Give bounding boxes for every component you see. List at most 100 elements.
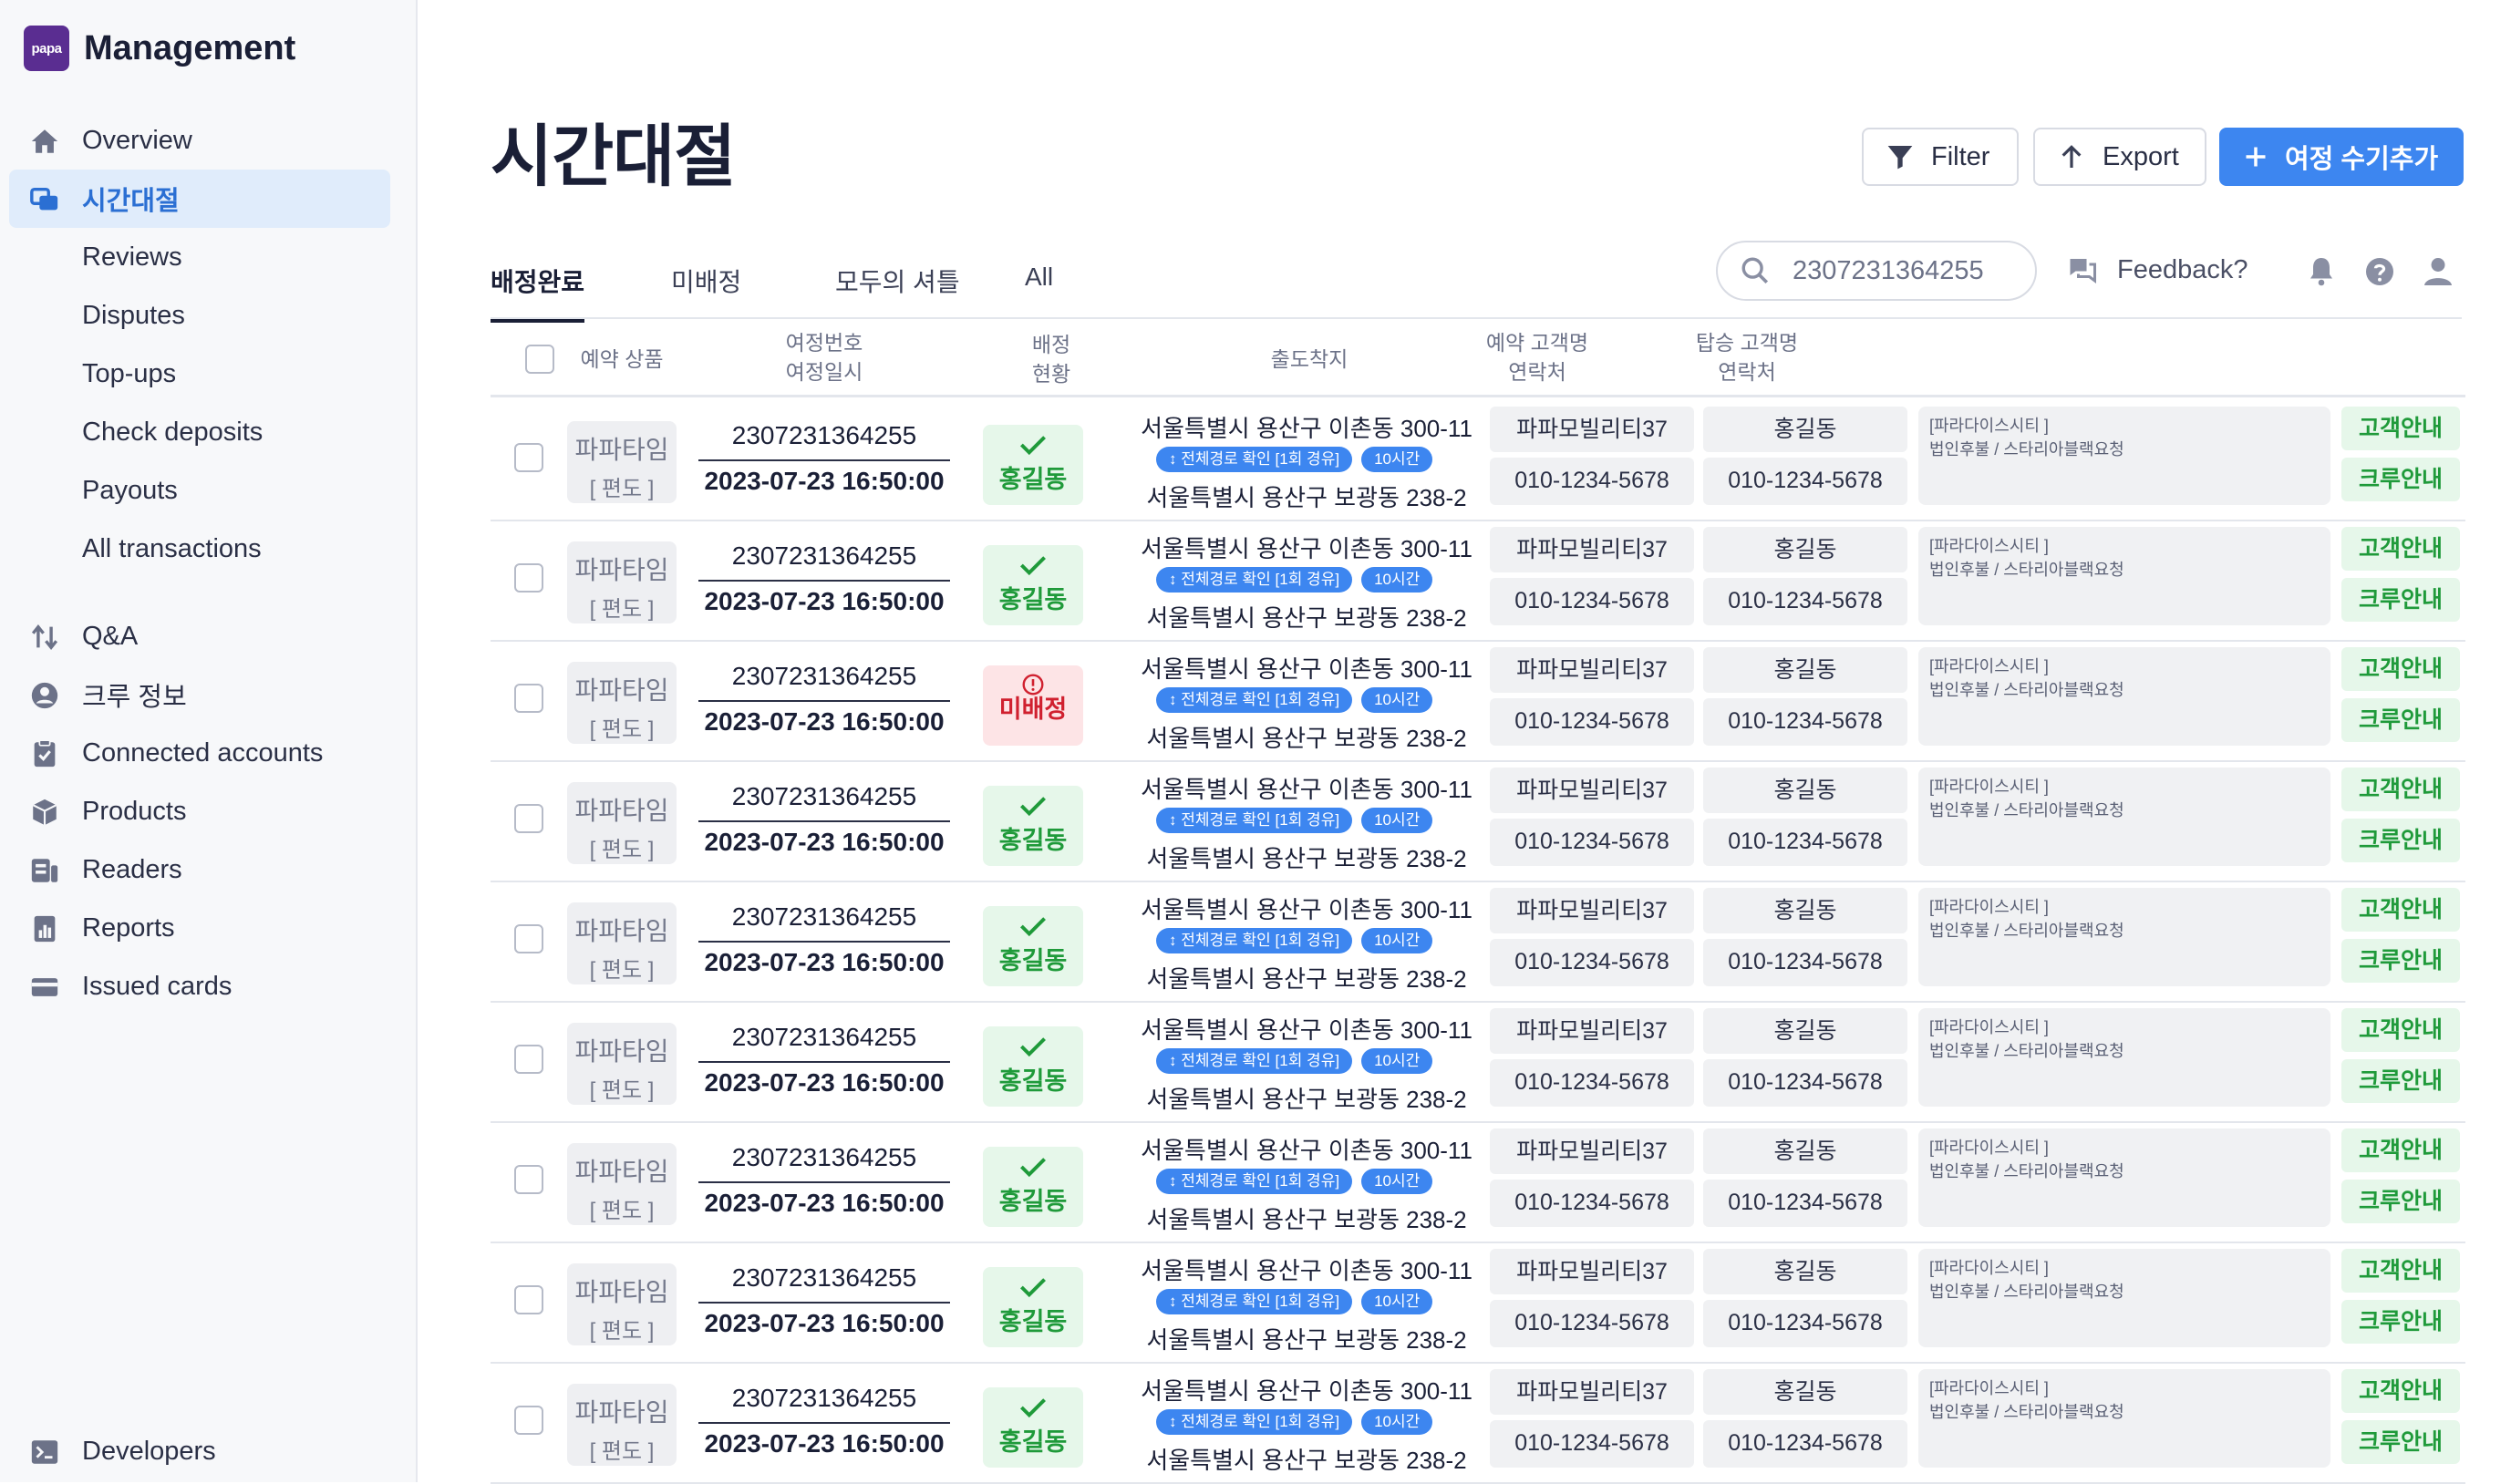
sidebar-item-reviews[interactable]: Reviews — [9, 228, 390, 286]
user-icon[interactable] — [2422, 255, 2454, 288]
sidebar-item-time-charter[interactable]: 시간대절 — [9, 170, 390, 228]
trip-number[interactable]: 2307231364255 — [698, 1143, 950, 1183]
crew-guide-button[interactable]: 크루안내 — [2341, 1420, 2460, 1464]
row-checkbox[interactable] — [514, 684, 543, 713]
search-input[interactable] — [1793, 255, 2030, 286]
tab-all[interactable]: All — [1025, 263, 1053, 312]
trip-number[interactable]: 2307231364255 — [698, 1384, 950, 1424]
crew-guide-button[interactable]: 크루안내 — [2341, 578, 2460, 622]
tab-shuttle[interactable]: 모두의 셔틀 — [835, 263, 960, 319]
row-checkbox[interactable] — [514, 563, 543, 593]
trip-note: [파라다이스시티 ] 법인후불 / 스타리아블랙요청 — [1918, 888, 2330, 986]
sidebar-item-payouts[interactable]: Payouts — [9, 461, 390, 520]
assign-status[interactable]: 홍길동 — [983, 1387, 1083, 1468]
sidebar-item-qna[interactable]: Q&A — [9, 607, 390, 665]
sidebar-item-check-deposits[interactable]: Check deposits — [9, 403, 390, 461]
customer-guide-button[interactable]: 고객안내 — [2341, 1369, 2460, 1413]
sidebar-item-label: Products — [82, 796, 187, 826]
table-row[interactable]: 파파타임 [ 편도 ] 2307231364255 2023-07-23 16:50:… — [491, 401, 2465, 521]
customer-guide-button[interactable]: 고객안내 — [2341, 527, 2460, 571]
row-checkbox[interactable] — [514, 1045, 543, 1074]
assign-status[interactable]: 홍길동 — [983, 1267, 1083, 1347]
crew-guide-button[interactable]: 크루안내 — [2341, 1180, 2460, 1223]
sidebar-item-issued-cards[interactable]: Issued cards — [9, 957, 390, 1015]
assign-status[interactable]: 홍길동 — [983, 786, 1083, 866]
select-all-checkbox[interactable] — [525, 345, 554, 374]
table-row[interactable]: 파파타임 [ 편도 ] 2307231364255 2023-07-23 16:50:… — [491, 882, 2465, 1003]
sidebar-item-top-ups[interactable]: Top-ups — [9, 345, 390, 403]
sidebar-item-readers[interactable]: Readers — [9, 840, 390, 899]
crew-guide-button[interactable]: 크루안내 — [2341, 458, 2460, 501]
feedback-link[interactable]: Feedback? — [2066, 253, 2248, 286]
customer-guide-button[interactable]: 고객안내 — [2341, 768, 2460, 811]
trip-number[interactable]: 2307231364255 — [698, 902, 950, 943]
sidebar-item-products[interactable]: Products — [9, 782, 390, 840]
row-checkbox[interactable] — [514, 443, 543, 472]
trip-number[interactable]: 2307231364255 — [698, 421, 950, 461]
customer-guide-button[interactable]: 고객안내 — [2341, 1249, 2460, 1293]
assign-status[interactable]: 홍길동 — [983, 425, 1083, 505]
full-route-badge[interactable]: ↕ 전체경로 확인 [1회 경유] — [1156, 808, 1353, 833]
assign-status[interactable]: 홍길동 — [983, 545, 1083, 625]
customer-guide-button[interactable]: 고객안내 — [2341, 647, 2460, 691]
sidebar-item-all-transactions[interactable]: All transactions — [9, 520, 390, 578]
table-row[interactable]: 파파타임 [ 편도 ] 2307231364255 2023-07-23 16:50:… — [491, 1243, 2465, 1364]
trip-number[interactable]: 2307231364255 — [698, 662, 950, 702]
row-checkbox[interactable] — [514, 1165, 543, 1194]
trip-number[interactable]: 2307231364255 — [698, 782, 950, 822]
assign-status[interactable]: 홍길동 — [983, 906, 1083, 986]
sidebar-item-reports[interactable]: Reports — [9, 899, 390, 957]
crew-guide-button[interactable]: 크루안내 — [2341, 698, 2460, 742]
table-row[interactable]: 파파타임 [ 편도 ] 2307231364255 2023-07-23 16:50:… — [491, 1364, 2465, 1484]
customer-guide-button[interactable]: 고객안내 — [2341, 1008, 2460, 1052]
tab-unassigned[interactable]: 미배정 — [671, 263, 741, 319]
table-row[interactable]: 파파타임 [ 편도 ] 2307231364255 2023-07-23 16:50:… — [491, 762, 2465, 882]
customer-guide-button[interactable]: 고객안내 — [2341, 407, 2460, 450]
assign-status[interactable]: 홍길동 — [983, 1026, 1083, 1107]
row-checkbox[interactable] — [514, 804, 543, 833]
nav-divider — [9, 578, 390, 607]
crew-guide-button[interactable]: 크루안내 — [2341, 1059, 2460, 1103]
sidebar-item-crew-info[interactable]: 크루 정보 — [9, 665, 390, 724]
sidebar-item-developers[interactable]: Developers — [9, 1422, 390, 1480]
table-row[interactable]: 파파타임 [ 편도 ] 2307231364255 2023-07-23 16:50:… — [491, 1123, 2465, 1243]
help-icon[interactable] — [2363, 255, 2396, 288]
add-trip-button-label: 여정 수기추가 — [2285, 145, 2439, 174]
customer-guide-button[interactable]: 고객안내 — [2341, 888, 2460, 932]
table-row[interactable]: 파파타임 [ 편도 ] 2307231364255 2023-07-23 16:50:… — [491, 642, 2465, 762]
trip-number[interactable]: 2307231364255 — [698, 1263, 950, 1304]
sidebar-item-overview[interactable]: Overview — [9, 111, 390, 170]
row-checkbox[interactable] — [514, 924, 543, 953]
sidebar-item-disputes[interactable]: Disputes — [9, 286, 390, 345]
full-route-badge[interactable]: ↕ 전체경로 확인 [1회 경유] — [1156, 1409, 1353, 1435]
assign-status[interactable]: 홍길동 — [983, 1147, 1083, 1227]
table-row[interactable]: 파파타임 [ 편도 ] 2307231364255 2023-07-23 16:50:… — [491, 521, 2465, 642]
full-route-badge[interactable]: ↕ 전체경로 확인 [1회 경유] — [1156, 1169, 1353, 1194]
export-button[interactable]: Export — [2033, 128, 2206, 186]
full-route-badge[interactable]: ↕ 전체경로 확인 [1회 경유] — [1156, 1289, 1353, 1314]
bell-icon[interactable] — [2305, 255, 2338, 288]
crew-guide-button[interactable]: 크루안내 — [2341, 939, 2460, 983]
chat-icon — [2069, 259, 2096, 283]
search-box[interactable] — [1716, 241, 2037, 301]
filter-button[interactable]: Filter — [1862, 128, 2019, 186]
booker-phone: 010-1234-5678 — [1490, 458, 1694, 505]
row-checkbox[interactable] — [514, 1285, 543, 1314]
full-route-badge[interactable]: ↕ 전체경로 확인 [1회 경유] — [1156, 447, 1353, 472]
full-route-badge[interactable]: ↕ 전체경로 확인 [1회 경유] — [1156, 928, 1353, 953]
brand[interactable]: papa Management — [24, 26, 295, 71]
full-route-badge[interactable]: ↕ 전체경로 확인 [1회 경유] — [1156, 1048, 1353, 1074]
crew-guide-button[interactable]: 크루안내 — [2341, 819, 2460, 862]
full-route-badge[interactable]: ↕ 전체경로 확인 [1회 경유] — [1156, 567, 1353, 593]
table-row[interactable]: 파파타임 [ 편도 ] 2307231364255 2023-07-23 16:50:… — [491, 1003, 2465, 1123]
customer-guide-button[interactable]: 고객안내 — [2341, 1128, 2460, 1172]
tab-assigned[interactable]: 배정완료 — [491, 263, 585, 323]
trip-number[interactable]: 2307231364255 — [698, 1023, 950, 1063]
sidebar-item-connected-accounts[interactable]: Connected accounts — [9, 724, 390, 782]
assign-status[interactable]: 미배정 — [983, 665, 1083, 746]
crew-guide-button[interactable]: 크루안내 — [2341, 1300, 2460, 1344]
trip-number[interactable]: 2307231364255 — [698, 541, 950, 582]
add-trip-button[interactable]: 여정 수기추가 — [2219, 128, 2464, 186]
row-checkbox[interactable] — [514, 1406, 543, 1435]
full-route-badge[interactable]: ↕ 전체경로 확인 [1회 경유] — [1156, 687, 1353, 713]
